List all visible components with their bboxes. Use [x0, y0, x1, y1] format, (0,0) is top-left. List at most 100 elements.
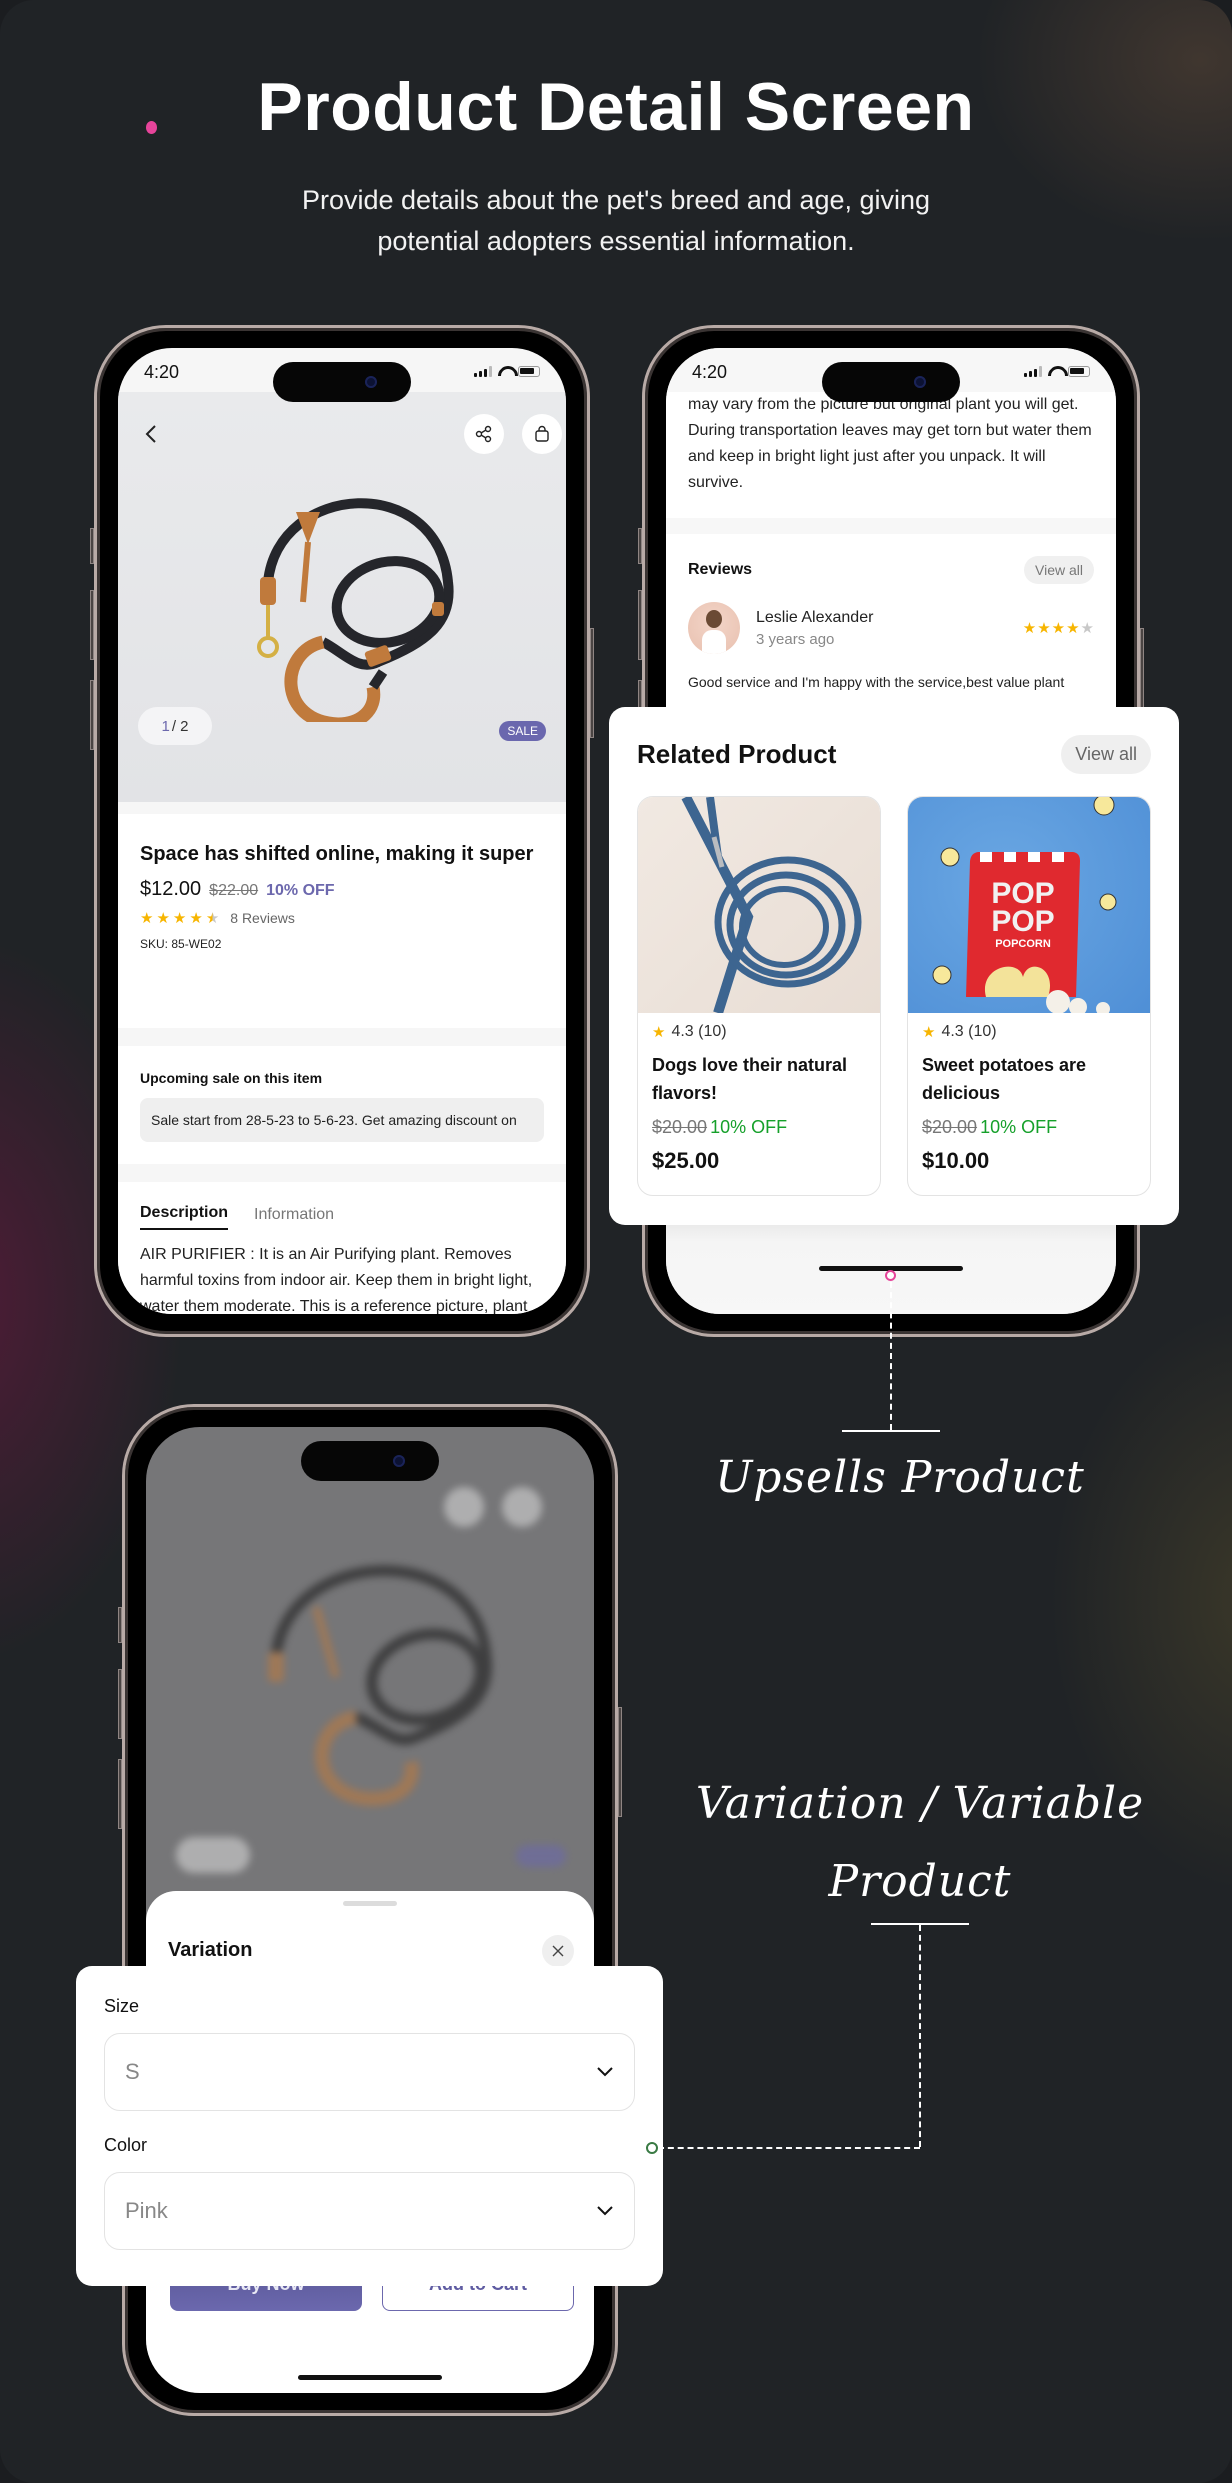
price-original: $22.00	[209, 882, 259, 899]
related-view-all-button[interactable]: View all	[1061, 735, 1151, 774]
reviewer-name: Leslie Alexander	[756, 608, 874, 626]
dynamic-island	[822, 362, 960, 402]
signal-icon	[1024, 366, 1042, 377]
phone-volume-up	[90, 590, 94, 660]
upcoming-sale-heading: Upcoming sale on this item	[140, 1070, 323, 1086]
star-icon: ★	[1022, 620, 1037, 637]
annotation-connector	[890, 1282, 892, 1430]
annotation-upsells: Upsells Product	[715, 1452, 1085, 1503]
review-count[interactable]: 8 Reviews	[230, 910, 295, 926]
related-product-card[interactable]: ★ 4.3 (10) Dogs love their natural flavor…	[637, 796, 881, 1196]
price-current: $25.00	[652, 1148, 720, 1173]
star-empty-icon: ★	[1080, 620, 1094, 637]
price-original: $20.00	[652, 1117, 708, 1137]
color-label: Color	[104, 2135, 148, 2155]
size-value: S	[125, 2059, 140, 2084]
phone-side-button	[90, 528, 94, 564]
shopping-bag-icon	[535, 425, 549, 442]
page-title: Product Detail Screen	[257, 69, 975, 145]
star-icon: ★	[172, 910, 187, 927]
cart-button[interactable]	[522, 414, 562, 454]
variation-options-card: Size S Color Pink	[76, 1966, 663, 2286]
phone-volume-down	[118, 1759, 122, 1829]
star-icon: ★	[189, 910, 203, 927]
star-icon: ★	[156, 910, 170, 927]
product-rating: 4.3 (10)	[941, 1023, 997, 1040]
dynamic-island	[273, 362, 411, 402]
color-value: Pink	[125, 2198, 168, 2223]
description-continued: may vary from the picture but original p…	[666, 392, 1116, 518]
product-image-blue-leash	[638, 797, 880, 1013]
annotation-underline	[842, 1430, 940, 1432]
review-rating-stars: ★ ★ ★ ★ ★	[1023, 619, 1094, 637]
close-button[interactable]	[542, 1935, 574, 1967]
annotation-marker-green	[646, 2142, 658, 2154]
description-section: Description Information AIR PURIFIER : I…	[118, 1182, 566, 1314]
status-time: 4:20	[692, 362, 728, 382]
signal-icon	[474, 366, 492, 377]
star-icon: ★	[652, 1024, 666, 1041]
sheet-drag-handle[interactable]	[343, 1901, 397, 1906]
review-text: Good service and I'm happy with the serv…	[688, 674, 1065, 690]
reviews-heading: Reviews	[688, 561, 753, 578]
reviews-view-all-button[interactable]: View all	[1024, 556, 1094, 584]
popcorn-text-line2: POP	[991, 905, 1054, 938]
related-product-card[interactable]: POP POP POPCORN ★ 4.3 (10) Sweet potatoes…	[907, 796, 1151, 1196]
annotation-connector	[919, 1925, 921, 2147]
product-title: Space has shifted online, making it supe…	[140, 843, 534, 865]
review-item: Leslie Alexander 3 years ago ★ ★ ★ ★ ★	[688, 602, 1094, 654]
product-name: Sweet potatoes are delicious	[922, 1055, 1087, 1103]
phone-power-button	[590, 628, 594, 738]
dimmed-background-content	[146, 1427, 594, 1947]
size-label: Size	[104, 1996, 140, 2016]
phone-volume-up	[638, 590, 642, 660]
upcoming-sale-text: Sale start from 28-5-23 to 5-6-23. Get a…	[140, 1098, 544, 1142]
close-icon	[552, 1945, 564, 1957]
popcorn-text-line3: POPCORN	[995, 938, 1051, 950]
canvas: Product Detail Screen Provide details ab…	[0, 0, 1232, 2483]
wifi-icon	[498, 366, 512, 377]
avatar	[688, 602, 740, 654]
color-select[interactable]: Pink	[104, 2172, 635, 2250]
product-photo-leash	[257, 498, 454, 722]
share-button[interactable]	[464, 414, 504, 454]
star-icon: ★	[1066, 620, 1080, 637]
back-arrow-icon[interactable]	[140, 422, 164, 446]
star-icon: ★	[140, 910, 154, 927]
star-half-icon: ★	[205, 910, 220, 927]
phone-side-button	[118, 1607, 122, 1643]
product-rating: 4.3 (10)	[671, 1023, 727, 1040]
phone-side-button	[638, 528, 642, 564]
product-image-gallery[interactable]: 1 / 2 SALE	[118, 392, 566, 802]
related-products-heading: Related Product	[637, 739, 837, 769]
phone-volume-up	[118, 1669, 122, 1739]
product-image-popcorn: POP POP POPCORN	[908, 797, 1150, 1013]
star-icon: ★	[1051, 620, 1066, 637]
battery-icon	[1068, 366, 1090, 377]
star-icon: ★	[922, 1024, 936, 1041]
share-icon	[475, 425, 492, 443]
chevron-down-icon	[597, 2067, 613, 2077]
page-subtitle: Provide details about the pet's breed an…	[301, 185, 931, 256]
price-original: $20.00	[922, 1117, 978, 1137]
discount-label: 10% OFF	[980, 1117, 1058, 1137]
phone-volume-down	[90, 680, 94, 750]
tab-description[interactable]: Description	[140, 1204, 229, 1230]
sheet-title: Variation	[168, 1939, 253, 1961]
annotation-variation-line2: Product	[828, 1856, 1012, 1907]
rating-stars: ★ ★ ★ ★ ★ 8 Reviews	[140, 909, 544, 927]
discount-label: 10% OFF	[710, 1117, 788, 1137]
product-info-section: Space has shifted online, making it supe…	[118, 814, 566, 1028]
size-select[interactable]: S	[104, 2033, 635, 2111]
price-current: $10.00	[922, 1148, 990, 1173]
review-time: 3 years ago	[756, 630, 835, 648]
battery-icon	[518, 366, 540, 377]
upcoming-sale-section: Upcoming sale on this item Sale start fr…	[118, 1046, 566, 1164]
discount-label: 10% OFF	[266, 882, 335, 899]
product-name: Dogs love their natural flavors!	[652, 1055, 848, 1103]
status-time: 4:20	[144, 362, 180, 382]
annotation-connector	[658, 2147, 920, 2149]
home-indicator	[298, 2375, 442, 2380]
tab-information[interactable]: Information	[254, 1206, 334, 1230]
star-icon: ★	[1037, 620, 1051, 637]
